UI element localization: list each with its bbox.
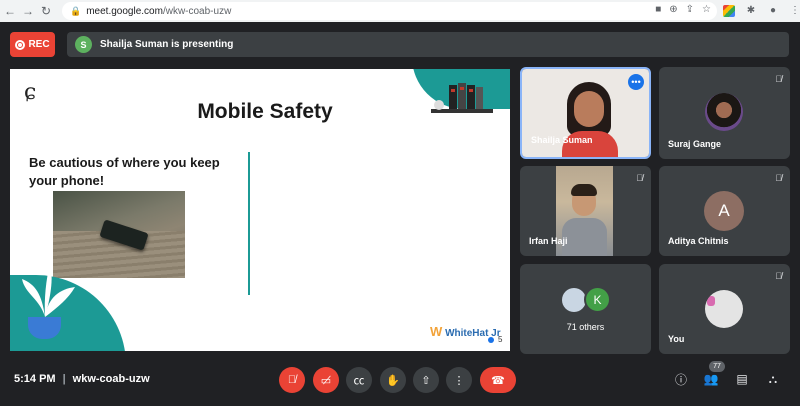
more-options-button[interactable]: ⋮: [446, 367, 472, 393]
presenting-banner: S Shailja Suman is presenting: [67, 32, 789, 57]
people-button[interactable]: 👥: [702, 370, 720, 388]
plant-illustration: [22, 264, 75, 317]
avatar: [562, 288, 586, 312]
slide-title: Mobile Safety: [197, 100, 333, 123]
camera-toggle-button[interactable]: ▭̸: [313, 367, 339, 393]
rec-label: REC: [28, 39, 50, 50]
mic-off-icon: 🎙̸: [775, 74, 782, 84]
info-button[interactable]: ⓘ: [672, 370, 690, 388]
camera-off-icon: ▭̸: [320, 374, 332, 387]
others-tile[interactable]: K 71 others: [520, 264, 651, 354]
address-bar[interactable]: 🔒 meet.google.com/wkw-coab-uzw ■ ⊕ ⇪ ☆: [62, 2, 717, 20]
menu-icon[interactable]: ⋮: [788, 3, 800, 17]
slide-page-number: 5: [498, 335, 503, 344]
url-path: /wkw-coab-uzw: [162, 5, 232, 17]
captions-button[interactable]: ㏄: [346, 367, 372, 393]
browser-toolbar: ← → ↻ 🔒 meet.google.com/wkw-coab-uzw ■ ⊕…: [0, 0, 800, 22]
mic-off-icon: 🎙̸: [636, 173, 643, 183]
hang-up-icon: ☎: [491, 374, 505, 387]
activities-icon: ⛬: [768, 371, 778, 386]
clock-time: 5:14 PM: [14, 373, 56, 385]
mic-off-icon: 🎙̸: [775, 173, 782, 183]
slide-body-text: Be cautious of where you keep your phone…: [29, 155, 220, 188]
more-vert-icon: ⋮: [453, 374, 465, 387]
captions-icon: ㏄: [353, 375, 365, 387]
mic-off-icon: 🎙̸: [775, 271, 782, 281]
avatar: K: [584, 286, 611, 313]
url-host: meet.google.com: [86, 5, 163, 17]
recording-button[interactable]: REC: [10, 32, 55, 57]
mic-toggle-button[interactable]: 🎙̸: [279, 367, 305, 393]
present-button[interactable]: ⇧: [413, 367, 439, 393]
activities-button[interactable]: ⛬: [764, 370, 782, 388]
forward-icon[interactable]: →: [20, 4, 36, 18]
puzzle-icon[interactable]: ✱: [744, 3, 758, 17]
share-icon[interactable]: ⇪: [686, 4, 694, 15]
avatar: [705, 93, 743, 131]
meeting-code: wkw-coab-uzw: [72, 373, 150, 385]
participant-name: Shailja Suman: [531, 135, 593, 145]
participant-tile[interactable]: ••• Shailja Suman: [520, 67, 651, 159]
participant-name: Suraj Gange: [668, 139, 722, 149]
back-icon[interactable]: ←: [2, 4, 18, 18]
presentation-slide: ɕ Mobile Safety Be cautious of where you…: [10, 69, 510, 351]
participant-name: Aditya Chitnis: [668, 236, 729, 246]
slide-divider: [248, 152, 250, 295]
raise-hand-button[interactable]: ✋: [380, 367, 406, 393]
participant-tile[interactable]: 🎙̸ A Aditya Chitnis: [659, 166, 790, 256]
reload-icon[interactable]: ↻: [38, 4, 54, 18]
others-count: 71 others: [566, 322, 605, 332]
lock-icon: 🔒: [70, 5, 82, 16]
chat-icon: ▤: [736, 372, 748, 386]
presenter-avatar: S: [75, 36, 92, 53]
record-icon: [15, 39, 26, 50]
presenting-text: Shailja Suman is presenting: [100, 39, 234, 50]
meeting-info: 5:14 PM | wkw-coab-uzw: [14, 373, 150, 385]
people-count-badge: 77: [709, 361, 725, 372]
participant-name: You: [668, 334, 685, 344]
avatar: A: [704, 191, 744, 231]
leave-call-button[interactable]: ☎: [480, 367, 516, 393]
participant-tile[interactable]: 🎙̸ Irfan Haji: [520, 166, 651, 256]
profile-icon[interactable]: ●: [766, 3, 780, 17]
camera-icon[interactable]: ■: [655, 4, 661, 15]
info-icon: ⓘ: [674, 372, 687, 387]
more-options-icon[interactable]: •••: [628, 74, 644, 90]
present-icon: ⇧: [421, 374, 431, 387]
hand-icon: ✋: [386, 374, 400, 387]
avatar: [705, 290, 743, 328]
extension-icon[interactable]: [722, 3, 736, 17]
star-icon[interactable]: ☆: [702, 4, 711, 15]
participant-name: Irfan Haji: [529, 236, 568, 246]
url-text: meet.google.com/wkw-coab-uzw: [86, 6, 231, 17]
people-icon: 👥: [703, 372, 719, 386]
participant-tile[interactable]: 🎙̸ Suraj Gange: [659, 67, 790, 159]
zoom-icon[interactable]: ⊕: [669, 4, 677, 15]
chat-button[interactable]: ▤: [733, 370, 751, 388]
page-indicator-icon: [488, 337, 494, 343]
mic-off-icon: 🎙̸: [287, 374, 297, 386]
self-tile[interactable]: 🎙̸ You: [659, 264, 790, 354]
